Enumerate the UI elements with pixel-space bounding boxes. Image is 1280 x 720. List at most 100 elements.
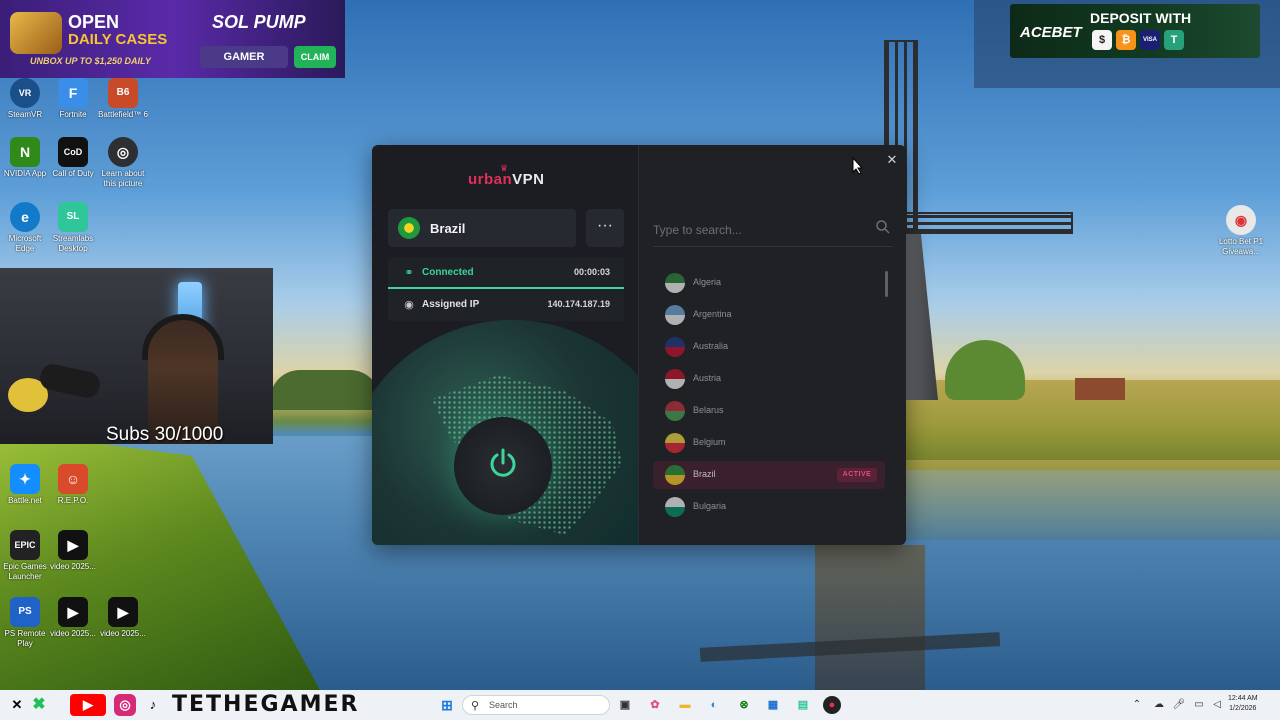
task-view-icon[interactable]: ▣ (616, 696, 634, 714)
video-file-icon: ▶ (58, 530, 88, 560)
headset (142, 314, 224, 360)
edge-icon[interactable]: ◐ (705, 696, 723, 714)
flag-icon (665, 465, 685, 485)
channel-name: TETHEGAMER (172, 692, 360, 717)
store-icon[interactable]: ▦ (764, 696, 782, 714)
youtube-icon: ▶ (70, 694, 106, 716)
flag-icon (665, 369, 685, 389)
ps-remote-icon: PS (10, 597, 40, 627)
battlefield-icon: B6 (108, 78, 138, 108)
desktop-icon-epic[interactable]: EPIC Epic Games Launcher (0, 530, 50, 582)
file-explorer-icon[interactable]: ▬ (676, 696, 694, 714)
desktop-icon-repo[interactable]: ☺ R.E.P.O. (48, 464, 98, 506)
desktop-icon-lotto-bet[interactable]: ◉ Lotto Bet P1 Giveawa... (1216, 205, 1266, 257)
subscriber-goal: Subs 30/1000 (106, 424, 224, 444)
ad-claim-button[interactable]: CLAIM (294, 46, 336, 68)
flag-icon (665, 433, 685, 453)
ad-banner-sol-pump[interactable]: OPEN DAILY CASES UNBOX UP TO $1,250 DAIL… (0, 0, 345, 78)
chevron-up-icon[interactable]: ⌃ (1130, 698, 1144, 712)
country-item-belarus[interactable]: Belarus (653, 397, 885, 425)
desktop-icon-label: Streamlabs Desktop (52, 234, 94, 253)
desktop-icon-label: Battle.net (8, 496, 42, 505)
wallpaper-reeds-reflection (900, 460, 1280, 540)
tether-icon: T (1164, 30, 1184, 50)
ip-pin-icon: ◉ (404, 299, 414, 311)
desktop-icon-video[interactable]: ▶ video 2025... (48, 597, 98, 639)
kick-icon: ✖ (32, 696, 46, 713)
webcam-overlay: Subs 30/1000 (0, 268, 273, 444)
desktop-icon-call-of-duty[interactable]: CoD Call of Duty (48, 137, 98, 179)
desktop-icon-label: Lotto Bet P1 Giveawa... (1218, 237, 1264, 256)
streamlabs-icon[interactable]: ▤ (794, 696, 812, 714)
country-item-bulgaria[interactable]: Bulgaria (653, 493, 885, 521)
tiktok-icon: ♪ (149, 697, 157, 712)
desktop-icon-ps-remote[interactable]: PS PS Remote Play (0, 597, 50, 649)
close-button[interactable]: ✕ (883, 151, 901, 169)
vpn-logo-brand: urban (468, 171, 513, 188)
microphone-icon[interactable]: 🎤︎ (1172, 698, 1186, 712)
country-item-brazil[interactable]: Brazil ACTIVE (653, 461, 885, 489)
flag-icon (665, 273, 685, 293)
desktop-icon-label: video 2025... (100, 629, 146, 638)
monitor-icon[interactable]: ▭ (1192, 698, 1206, 712)
country-item-belgium[interactable]: Belgium (653, 429, 885, 457)
link-icon: ⚭ (404, 267, 414, 279)
wallpaper-windmill-blade (905, 212, 1073, 234)
ip-value: 140.174.187.19 (547, 299, 610, 309)
desktop-icon-learn-picture[interactable]: ◎ Learn about this picture (98, 137, 148, 189)
country-search-input[interactable] (653, 221, 863, 239)
country-item-austria[interactable]: Austria (653, 365, 885, 393)
country-item-australia[interactable]: Australia (653, 333, 885, 361)
location-selector[interactable]: Brazil (388, 209, 576, 247)
scrollbar[interactable] (885, 271, 888, 297)
nvidia-icon: N (10, 137, 40, 167)
ad-headline: DEPOSIT WITH (1090, 10, 1192, 26)
volume-icon[interactable]: ◁ (1210, 698, 1224, 712)
clock-date: 1/2/2026 (1229, 705, 1257, 712)
desktop-icon-steamvr[interactable]: VR SteamVR (0, 78, 50, 120)
network-icon[interactable]: ☁ (1152, 698, 1166, 712)
desktop-icon-label: Microsoft Edge (8, 234, 42, 253)
windows-start-icon[interactable]: ⊞ (438, 696, 456, 714)
desktop-icon-battlenet[interactable]: ✦ Battle.net (0, 464, 50, 506)
desktop-icon-video[interactable]: ▶ video 2025... (98, 597, 148, 639)
video-file-icon: ▶ (58, 597, 88, 627)
desktop-icon-nvidia[interactable]: N NVIDIA App (0, 137, 50, 179)
desktop-icon-streamlabs[interactable]: SL Streamlabs Desktop (48, 202, 98, 254)
urban-vpn-taskbar-icon[interactable]: ● (823, 696, 841, 714)
epic-games-icon: EPIC (10, 530, 40, 560)
more-options-button[interactable]: ··· (586, 209, 624, 247)
power-button[interactable] (454, 417, 552, 515)
streamlabs-icon: SL (58, 202, 88, 232)
ad-banner-acebet[interactable]: ACEBET DEPOSIT WITH $ ₿ VISA T (974, 0, 1280, 88)
country-item-algeria[interactable]: Algeria (653, 269, 885, 297)
mouse-cursor-icon (852, 157, 864, 175)
desktop-icon-label: Call of Duty (52, 169, 94, 178)
desktop-icon-fortnite[interactable]: F Fortnite (48, 78, 98, 120)
taskbar-search[interactable]: ⚲ Search (462, 695, 610, 715)
country-name: Argentina (693, 309, 732, 319)
desktop-icon-label: R.E.P.O. (57, 496, 89, 505)
taskbar: ✕ ✖ ▶ ◎ ♪ TETHEGAMER ⊞ ⚲ Search ▣ ✿ ▬ ◐ … (0, 690, 1280, 720)
ad-gamer-button[interactable]: GAMER (200, 46, 288, 68)
repo-icon: ☺ (58, 464, 88, 494)
power-icon (490, 448, 516, 477)
desktop-icon-battlefield[interactable]: B6 Battlefield™ 6 (98, 78, 148, 120)
desktop-icon-video[interactable]: ▶ video 2025... (48, 530, 98, 572)
wallpaper-barn (1075, 378, 1125, 400)
system-clock[interactable]: 12:44 AM 1/2/2026 (1228, 694, 1258, 714)
connection-timer: 00:00:03 (573, 267, 610, 277)
connection-status: ⚭ Connected 00:00:03 ◉ Assigned IP 140.1… (388, 257, 624, 321)
desktop-icon-edge[interactable]: e Microsoft Edge (0, 202, 50, 254)
flag-icon (665, 497, 685, 517)
xbox-icon[interactable]: ⊗ (735, 696, 753, 714)
x-twitter-icon: ✕ (11, 697, 23, 712)
country-item-argentina[interactable]: Argentina (653, 301, 885, 329)
copilot-icon[interactable]: ✿ (646, 696, 664, 714)
urban-vpn-window: ♛ urbanVPN Brazil ··· ⚭ Connected 00:00:… (372, 145, 906, 545)
desktop-icon-label: video 2025... (50, 562, 96, 571)
ad-headline: OPEN (68, 12, 120, 32)
instagram-icon: ◎ (114, 694, 136, 716)
call-of-duty-icon: CoD (58, 137, 88, 167)
search-icon[interactable] (875, 219, 891, 235)
